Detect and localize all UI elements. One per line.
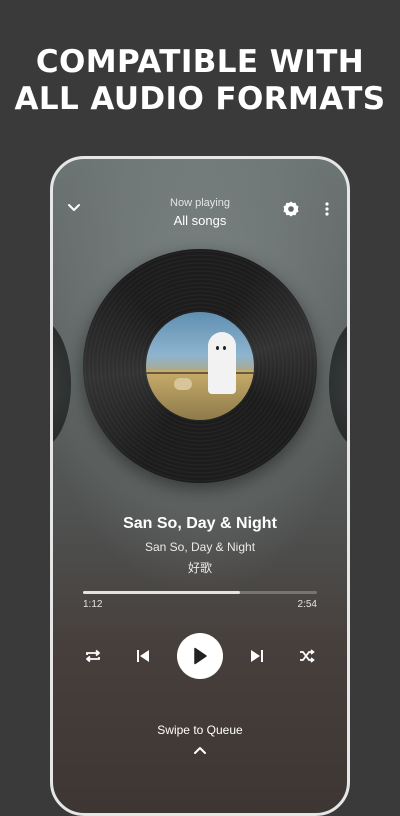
settings-icon[interactable] xyxy=(281,199,301,219)
phone-frame: Now playing All songs San So, Day & Nigh… xyxy=(50,156,350,816)
track-album[interactable]: 好歌 xyxy=(53,559,347,576)
repeat-icon[interactable] xyxy=(79,633,107,679)
seek-bar-fill xyxy=(83,591,240,594)
promo-headline: COMPATIBLE WITH ALL AUDIO FORMATS xyxy=(0,44,400,118)
total-time: 2:54 xyxy=(297,599,317,610)
next-disc-peek xyxy=(329,319,347,449)
shuffle-icon[interactable] xyxy=(293,633,321,679)
seek-bar[interactable] xyxy=(83,591,317,594)
elapsed-time: 1:12 xyxy=(83,599,103,610)
play-icon xyxy=(177,633,223,679)
vinyl-record[interactable] xyxy=(83,249,317,483)
more-vertical-icon[interactable] xyxy=(321,199,333,219)
playback-controls xyxy=(53,633,347,679)
play-button[interactable] xyxy=(177,633,223,679)
album-cover xyxy=(146,312,254,420)
playlist-title[interactable]: All songs xyxy=(53,213,347,228)
track-artist[interactable]: San So, Day & Night xyxy=(53,540,347,554)
skip-previous-icon[interactable] xyxy=(129,633,157,679)
headline-line-2: ALL AUDIO FORMATS xyxy=(14,81,386,117)
headline-line-1: COMPATIBLE WITH xyxy=(35,44,365,80)
skip-next-icon[interactable] xyxy=(243,633,271,679)
now-playing-label: Now playing xyxy=(170,197,230,209)
track-title: San So, Day & Night xyxy=(123,515,277,532)
chevron-up-icon[interactable] xyxy=(191,743,209,757)
swipe-to-queue-label[interactable]: Swipe to Queue xyxy=(53,723,347,737)
previous-disc-peek xyxy=(53,319,71,449)
